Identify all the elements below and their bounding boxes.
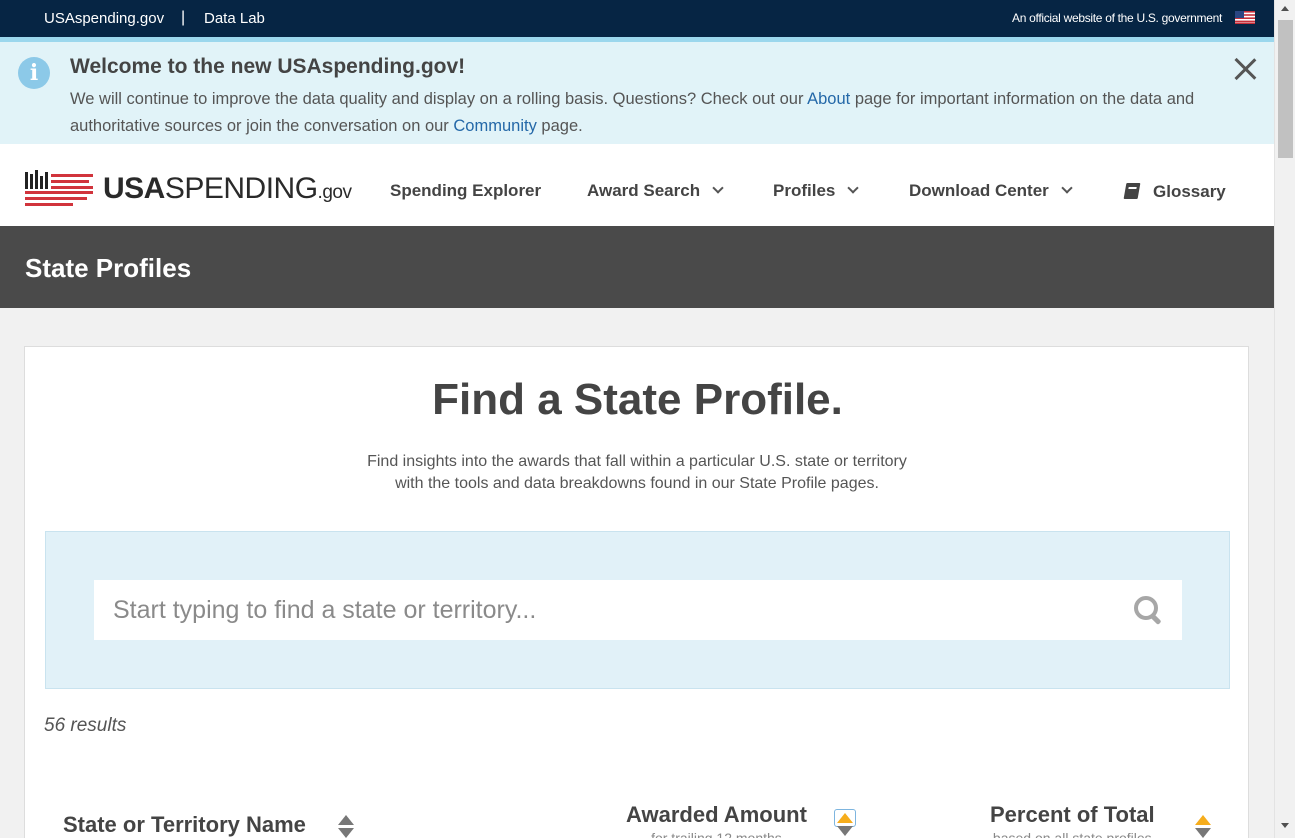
- banner-body: We will continue to improve the data qua…: [70, 86, 1220, 140]
- page-header: State Profiles: [0, 226, 1274, 308]
- column-header-awarded-amount[interactable]: Awarded Amount for trailing 12 months: [626, 802, 807, 838]
- column-header-state-name[interactable]: State or Territory Name: [63, 812, 306, 838]
- sort-descending-icon[interactable]: [837, 826, 853, 836]
- topbar-separator: |: [181, 9, 186, 26]
- us-flag-icon: [1235, 11, 1255, 24]
- logo-flag-icon: [25, 170, 93, 206]
- sort-descending-icon[interactable]: [1195, 828, 1211, 838]
- page-scrollbar[interactable]: [1274, 0, 1295, 838]
- sort-state-name[interactable]: [338, 815, 354, 838]
- sort-ascending-icon[interactable]: [837, 813, 853, 823]
- info-icon: i: [18, 57, 50, 89]
- chevron-down-icon: [847, 182, 860, 194]
- gov-top-bar: USAspending.gov | Data Lab An official w…: [0, 0, 1274, 37]
- search-panel: [45, 531, 1230, 689]
- main-navigation: USASPENDING.gov Spending Explorer Award …: [0, 144, 1274, 226]
- finder-description: Find insights into the awards that fall …: [337, 451, 937, 495]
- usaspending-logo[interactable]: USASPENDING.gov: [25, 170, 355, 206]
- welcome-banner: i Welcome to the new USAspending.gov! We…: [0, 37, 1274, 144]
- sort-ascending-icon[interactable]: [1195, 815, 1211, 825]
- finder-description-line-1: Find insights into the awards that fall …: [367, 453, 907, 470]
- community-link[interactable]: Community: [453, 117, 536, 135]
- nav-spending-explorer[interactable]: Spending Explorer: [390, 181, 541, 201]
- state-profile-finder: Find a State Profile. Find insights into…: [24, 346, 1249, 838]
- page-title: State Profiles: [25, 253, 192, 283]
- search-icon[interactable]: [1134, 596, 1164, 626]
- sort-awarded-amount[interactable]: [834, 809, 856, 838]
- sort-ascending-icon[interactable]: [338, 815, 354, 825]
- data-lab-link[interactable]: Data Lab: [204, 10, 265, 27]
- about-link[interactable]: About: [807, 90, 850, 108]
- nav-glossary[interactable]: Glossary: [1123, 181, 1226, 202]
- close-icon[interactable]: [1232, 56, 1258, 82]
- usaspending-home-link[interactable]: USAspending.gov: [44, 10, 164, 27]
- finder-heading: Find a State Profile.: [432, 375, 843, 424]
- results-count: 56 results: [44, 715, 127, 736]
- scroll-up-icon[interactable]: [1281, 6, 1289, 11]
- nav-download-center[interactable]: Download Center: [909, 181, 1073, 201]
- scroll-thumb[interactable]: [1278, 20, 1293, 158]
- sort-descending-icon[interactable]: [338, 828, 354, 838]
- chevron-down-icon: [1061, 182, 1073, 194]
- nav-award-search[interactable]: Award Search: [587, 181, 724, 201]
- finder-description-line-2: with the tools and data breakdowns found…: [395, 475, 879, 492]
- banner-text-3: page.: [536, 117, 583, 135]
- column-header-percent-of-total[interactable]: Percent of Total based on all state profi…: [990, 802, 1155, 838]
- nav-profiles[interactable]: Profiles: [773, 181, 860, 201]
- state-search-input[interactable]: [94, 580, 1182, 640]
- banner-text-1: We will continue to improve the data qua…: [70, 90, 808, 108]
- chevron-down-icon: [712, 182, 724, 194]
- sort-percent-of-total[interactable]: [1195, 815, 1211, 838]
- scroll-down-icon[interactable]: [1281, 823, 1289, 828]
- official-gov-notice: An official website of the U.S. governme…: [1012, 11, 1222, 25]
- banner-title: Welcome to the new USAspending.gov!: [70, 55, 466, 78]
- book-icon: [1123, 183, 1141, 199]
- logo-wordmark: USASPENDING.gov: [103, 172, 352, 205]
